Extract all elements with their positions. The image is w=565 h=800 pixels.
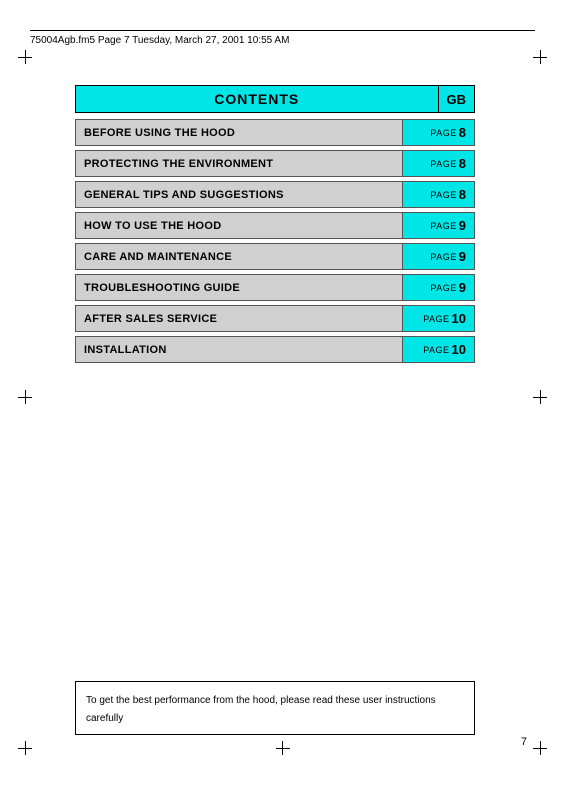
- toc-row-title-text: GENERAL TIPS AND SUGGESTIONS: [84, 189, 284, 201]
- toc-page-num: 8: [459, 187, 466, 202]
- footer-note-box: To get the best performance from the hoo…: [75, 681, 475, 735]
- contents-gb: GB: [447, 92, 467, 107]
- toc-row-title: CARE AND MAINTENANCE: [76, 244, 402, 269]
- contents-title-box: CONTENTS: [75, 85, 439, 113]
- toc-row: HOW TO USE THE HOOD PAGE9: [75, 212, 475, 239]
- toc-row-title: BEFORE USING THE HOOD: [76, 120, 402, 145]
- toc-row-page: PAGE8: [402, 182, 474, 207]
- toc-row: PROTECTING THE ENVIRONMENT PAGE8: [75, 150, 475, 177]
- toc-page-num: 9: [459, 280, 466, 295]
- page: 75004Agb.fm5 Page 7 Tuesday, March 27, 2…: [0, 0, 565, 800]
- toc-row-title-text: INSTALLATION: [84, 344, 167, 356]
- page-number: 7: [521, 736, 527, 748]
- toc-row-title: TROUBLESHOOTING GUIDE: [76, 275, 402, 300]
- cross-bottom-center: [276, 741, 290, 755]
- toc-page-num: 8: [459, 125, 466, 140]
- toc-row-page: PAGE9: [402, 244, 474, 269]
- toc-row-title-text: AFTER SALES SERVICE: [84, 313, 217, 325]
- toc-row-page: PAGE8: [402, 120, 474, 145]
- toc-list: BEFORE USING THE HOODPAGE8PROTECTING THE…: [75, 119, 475, 363]
- toc-row: CARE AND MAINTENANCE PAGE9: [75, 243, 475, 270]
- cross-mid-right: [533, 390, 547, 404]
- toc-page-num: 10: [452, 342, 466, 357]
- toc-page-num: 9: [459, 249, 466, 264]
- header-text: 75004Agb.fm5 Page 7 Tuesday, March 27, 2…: [30, 35, 289, 46]
- cross-mid-left: [18, 390, 32, 404]
- cross-bottom-right: [533, 741, 547, 755]
- contents-gb-box: GB: [439, 85, 476, 113]
- cross-top-right: [533, 50, 547, 64]
- toc-row-page: PAGE9: [402, 213, 474, 238]
- toc-page-label: PAGE: [430, 221, 456, 231]
- toc-row: INSTALLATION PAGE10: [75, 336, 475, 363]
- toc-row-title-text: TROUBLESHOOTING GUIDE: [84, 282, 240, 294]
- toc-row-page: PAGE9: [402, 275, 474, 300]
- toc-row: AFTER SALES SERVICE PAGE10: [75, 305, 475, 332]
- toc-row-title: PROTECTING THE ENVIRONMENT: [76, 151, 402, 176]
- toc-page-label: PAGE: [423, 314, 449, 324]
- toc-row-title-text: HOW TO USE THE HOOD: [84, 220, 222, 232]
- toc-page-num: 8: [459, 156, 466, 171]
- toc-row: TROUBLESHOOTING GUIDE PAGE9: [75, 274, 475, 301]
- toc-page-num: 10: [452, 311, 466, 326]
- toc-row-title: HOW TO USE THE HOOD: [76, 213, 402, 238]
- toc-row: GENERAL TIPS AND SUGGESTIONS PAGE8: [75, 181, 475, 208]
- content-area: CONTENTS GB BEFORE USING THE HOODPAGE8PR…: [75, 85, 475, 367]
- header-bar: 75004Agb.fm5 Page 7 Tuesday, March 27, 2…: [30, 30, 535, 46]
- toc-page-label: PAGE: [430, 252, 456, 262]
- toc-page-label: PAGE: [430, 283, 456, 293]
- footer-note-text: To get the best performance from the hoo…: [86, 695, 436, 724]
- toc-page-label: PAGE: [430, 190, 456, 200]
- toc-row-title-text: PROTECTING THE ENVIRONMENT: [84, 158, 273, 170]
- contents-title: CONTENTS: [214, 91, 299, 107]
- toc-row: BEFORE USING THE HOOD PAGE8: [75, 119, 475, 146]
- toc-row-title: AFTER SALES SERVICE: [76, 306, 402, 331]
- toc-row-title-text: CARE AND MAINTENANCE: [84, 251, 232, 263]
- toc-page-label: PAGE: [423, 345, 449, 355]
- contents-header: CONTENTS GB: [75, 85, 475, 113]
- toc-row-title-text: BEFORE USING THE HOOD: [84, 127, 235, 139]
- toc-page-num: 9: [459, 218, 466, 233]
- cross-top-left: [18, 50, 32, 64]
- toc-row-title: GENERAL TIPS AND SUGGESTIONS: [76, 182, 402, 207]
- toc-row-page: PAGE10: [402, 337, 474, 362]
- toc-row-page: PAGE10: [402, 306, 474, 331]
- toc-row-title: INSTALLATION: [76, 337, 402, 362]
- toc-page-label: PAGE: [430, 159, 456, 169]
- toc-row-page: PAGE8: [402, 151, 474, 176]
- cross-bottom-left: [18, 741, 32, 755]
- toc-page-label: PAGE: [430, 128, 456, 138]
